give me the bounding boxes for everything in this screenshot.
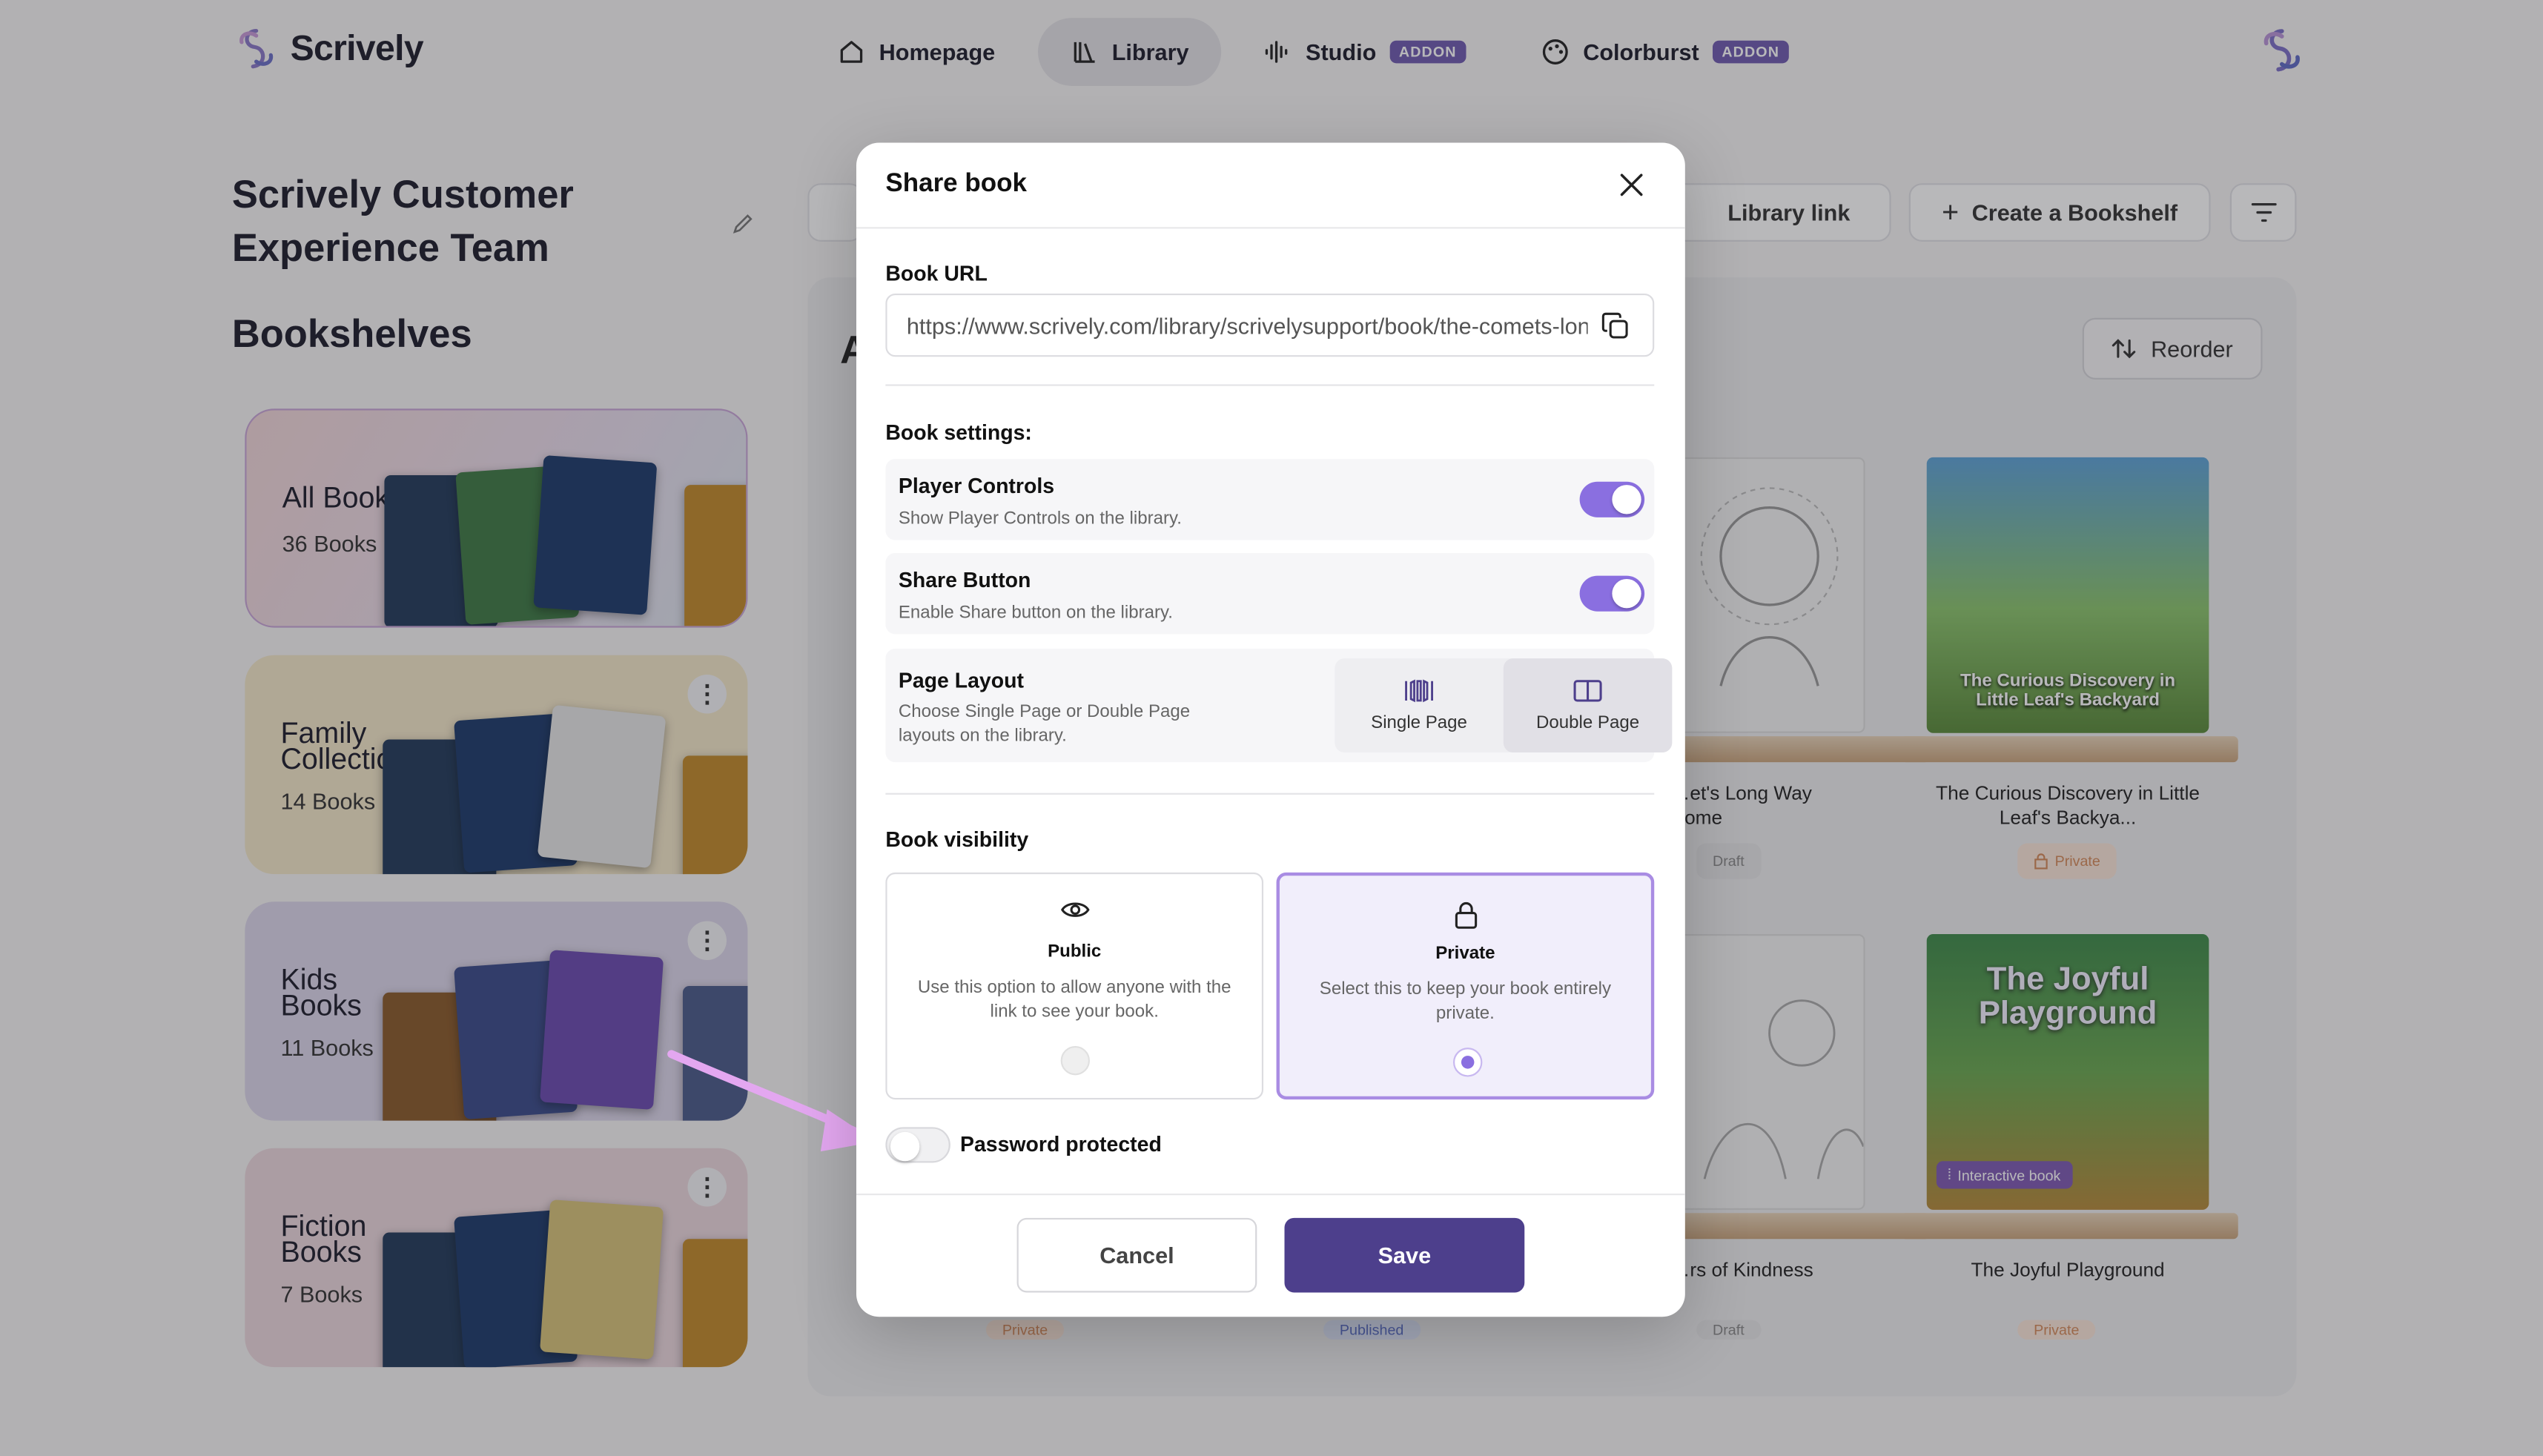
copy-url-button[interactable] — [1598, 308, 1633, 343]
player-controls-title: Player Controls — [898, 473, 1055, 498]
private-desc: Select this to keep your book entirely p… — [1319, 979, 1612, 1024]
page-layout-row: Page Layout Choose Single Page or Double… — [885, 649, 1673, 763]
player-controls-toggle[interactable] — [1579, 481, 1645, 517]
password-protected-label: Password protected — [960, 1131, 1162, 1156]
book-url-field[interactable]: https://www.scrively.com/library/scrivel… — [885, 293, 1655, 357]
cancel-button[interactable]: Cancel — [1016, 1217, 1257, 1293]
visibility-public-option[interactable]: Public Use this option to allow anyone w… — [885, 872, 1264, 1100]
public-title: Public — [1048, 942, 1102, 962]
share-button-title: Share Button — [898, 567, 1031, 592]
toggle-knob — [890, 1131, 920, 1162]
single-page-option[interactable]: Single Page — [1335, 658, 1504, 752]
toggle-knob — [1612, 485, 1641, 514]
section-divider — [885, 384, 1655, 386]
lock-icon — [1280, 900, 1651, 929]
book-url-label: Book URL — [885, 261, 988, 285]
password-protected-toggle[interactable] — [885, 1127, 950, 1163]
share-button-row: Share Button Enable Share button on the … — [885, 552, 1655, 635]
book-settings-label: Book settings: — [885, 420, 1032, 445]
visibility-private-option[interactable]: Private Select this to keep your book en… — [1276, 872, 1655, 1100]
share-button-toggle[interactable] — [1579, 575, 1645, 612]
page-layout-desc: Choose Single Page or Double Page layout… — [898, 702, 1191, 747]
double-page-option[interactable]: Double Page — [1503, 658, 1673, 752]
modal-title: Share book — [885, 170, 1027, 198]
eye-icon — [887, 899, 1262, 921]
player-controls-row: Player Controls Show Player Controls on … — [885, 459, 1655, 540]
single-page-label: Single Page — [1371, 713, 1467, 733]
modal-header: Share book — [856, 143, 1685, 229]
player-controls-desc: Show Player Controls on the library. — [898, 509, 1182, 529]
public-radio[interactable] — [1060, 1045, 1090, 1076]
modal-footer-divider — [856, 1194, 1685, 1196]
copy-icon — [1601, 311, 1628, 338]
public-desc: Use this option to allow anyone with the… — [917, 978, 1231, 1022]
section-divider — [885, 792, 1655, 795]
book-visibility-label: Book visibility — [885, 827, 1029, 852]
private-title: Private — [1435, 944, 1495, 964]
share-button-desc: Enable Share button on the library. — [898, 603, 1173, 623]
single-page-icon — [1405, 679, 1433, 703]
close-icon — [1620, 173, 1643, 196]
page-layout-title: Page Layout — [898, 668, 1024, 693]
private-radio[interactable] — [1453, 1048, 1483, 1077]
page-layout-picker: Single Page Double Page — [1335, 658, 1673, 752]
double-page-icon — [1573, 680, 1602, 702]
book-url-value[interactable]: https://www.scrively.com/library/scrivel… — [907, 312, 1588, 338]
double-page-label: Double Page — [1535, 713, 1640, 733]
save-button[interactable]: Save — [1284, 1217, 1525, 1293]
close-button[interactable] — [1607, 161, 1656, 210]
share-book-modal: Share book Book URL https://www.scrively… — [856, 142, 1685, 1317]
toggle-knob — [1612, 578, 1641, 609]
